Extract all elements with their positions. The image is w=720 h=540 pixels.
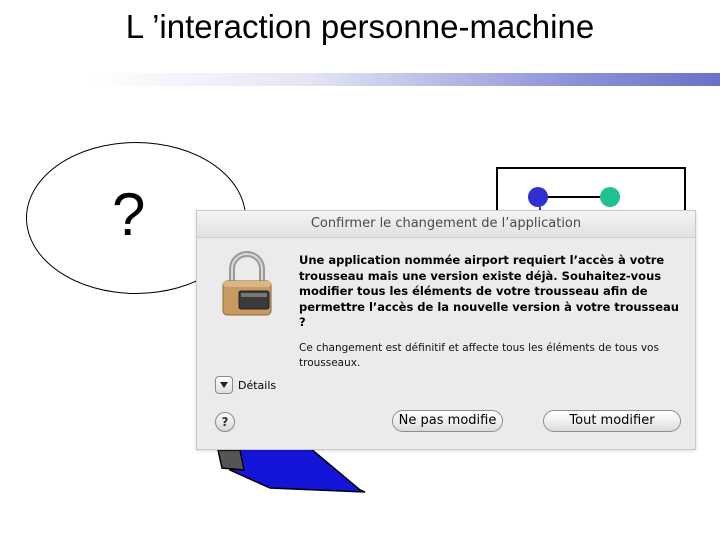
details-toggle[interactable]: Détails bbox=[215, 376, 276, 394]
triangle-down-icon[interactable] bbox=[215, 376, 233, 394]
diagram-node-blue bbox=[528, 187, 548, 207]
dialog-info: Ce changement est définitif et affecte t… bbox=[299, 342, 659, 369]
dialog-title: Confirmer le changement de l’application bbox=[197, 211, 695, 238]
confirm-dialog: Confirmer le changement de l’application… bbox=[196, 210, 696, 450]
question-mark: ? bbox=[112, 181, 146, 248]
dialog-message: Une application nommée airport requiert … bbox=[299, 253, 679, 329]
details-label: Détails bbox=[238, 378, 277, 392]
diagram-node-green bbox=[600, 187, 620, 207]
title-underline bbox=[90, 73, 720, 86]
slide-title: L ’interaction personne-machine bbox=[125, 8, 595, 45]
modify-all-button[interactable]: Tout modifier bbox=[543, 410, 681, 432]
lock-icon bbox=[222, 251, 272, 316]
help-button[interactable]: ? bbox=[215, 412, 235, 432]
dont-modify-button[interactable]: Ne pas modifie bbox=[392, 410, 503, 432]
